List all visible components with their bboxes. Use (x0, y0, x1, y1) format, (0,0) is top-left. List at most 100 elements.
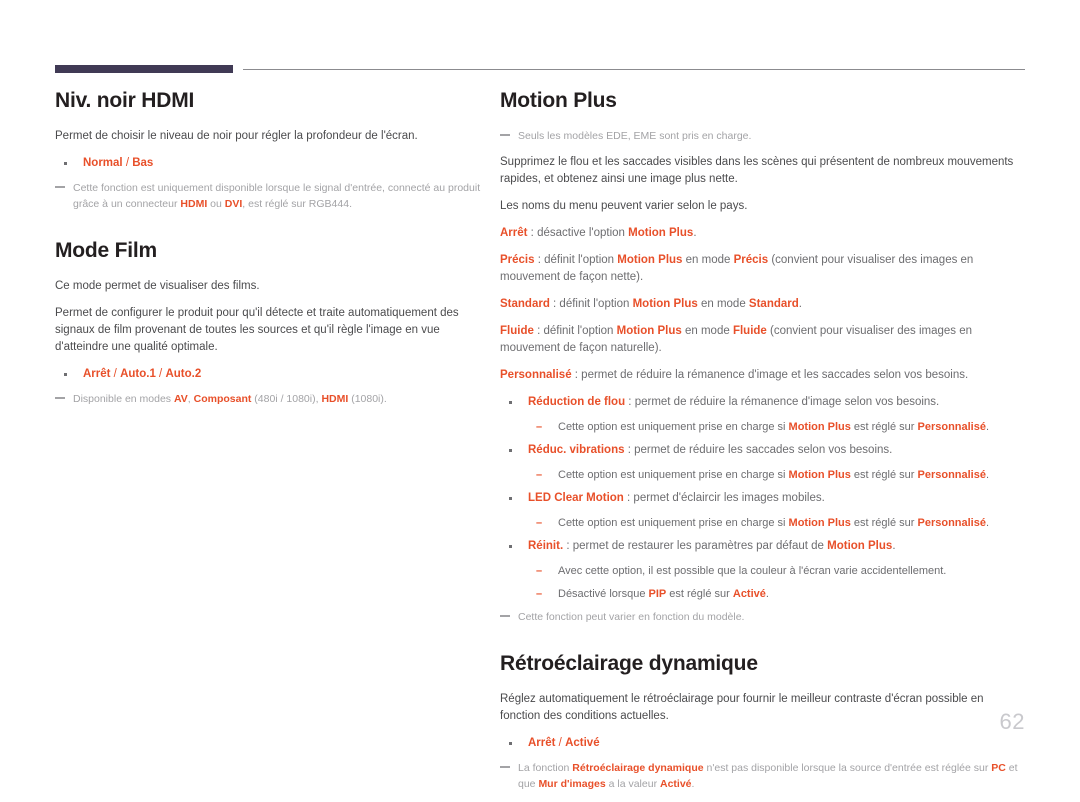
sub-item-text: : permet d'éclaircir les images mobiles. (623, 492, 825, 504)
sub-note-part: Cette option est uniquement prise en cha… (558, 517, 789, 529)
term-personnalise: Personnalisé (917, 469, 986, 481)
option-separator: / (110, 368, 121, 380)
sub-note-reduction-de-flou: Cette option est uniquement prise en cha… (500, 419, 1025, 435)
sub-note-reinit-couleur: Avec cette option, il est possible que l… (500, 563, 1025, 579)
term-motion-plus: Motion Plus (632, 298, 698, 310)
sub-item-reduction-de-flou: Réduction de flou : permet de réduire la… (500, 394, 1025, 411)
sub-note-part: . (765, 588, 769, 600)
term-motion-plus: Motion Plus (827, 540, 893, 552)
page-title-motion-plus: Motion Plus (500, 89, 617, 112)
term-motion-plus: Motion Plus (628, 227, 694, 239)
note-modes-disponibles: Disponible en modes AV, Composant (480i … (55, 391, 485, 407)
option-label-arret: Arrêt (500, 227, 528, 239)
sub-note-reinit-pip: Désactivé lorsque PIP est réglé sur Acti… (500, 586, 1025, 602)
sub-item-label: LED Clear Motion (528, 492, 624, 504)
option-text-part: : permet de réduire la rémanence d'image… (571, 369, 969, 381)
sub-note-reduc-vibrations: Cette option est uniquement prise en cha… (500, 467, 1025, 483)
option-value-auto2: Auto.2 (165, 368, 202, 380)
option-value-normal: Normal (83, 157, 123, 169)
sub-item-text: : permet de réduire la rémanence d'image… (625, 396, 940, 408)
note-text-part: , est réglé sur RGB444. (242, 198, 352, 210)
term-pip: PIP (648, 588, 667, 600)
note-models-supported: Seuls les modèles EDE, EME sont pris en … (500, 128, 1025, 144)
term-composant: Composant (193, 393, 252, 405)
sub-note-part: Cette option est uniquement prise en cha… (558, 469, 789, 481)
sub-item-label: Réduc. vibrations (528, 444, 625, 456)
term-fluide: Fluide (732, 325, 767, 337)
option-label-standard: Standard (500, 298, 550, 310)
option-separator: / (122, 157, 133, 169)
option-label-fluide: Fluide (500, 325, 534, 337)
intro-text: Permet de choisir le niveau de noir pour… (55, 130, 418, 142)
section-retroeclairage-dynamique: Rétroéclairage dynamique Réglez automati… (500, 651, 1025, 792)
left-column: Niv. noir HDMI Permet de choisir le nive… (0, 88, 500, 802)
term-av: AV (173, 393, 188, 405)
term-active: Activé (732, 588, 766, 600)
term-mur-dimages: Mur d'images (538, 778, 606, 790)
note-fonction-varie-modele: Cette fonction peut varier en fonction d… (500, 609, 1025, 625)
option-label-personnalise: Personnalisé (500, 369, 572, 381)
note-text-part: Disponible en modes (73, 393, 174, 405)
section-motion-plus: Motion Plus Seuls les modèles EDE, EME s… (500, 88, 1025, 625)
option-line-precis: Précis : définit l'option Motion Plus en… (500, 252, 1025, 286)
sub-note-part: . (985, 469, 990, 481)
term-personnalise: Personnalisé (917, 421, 986, 433)
note-text-part: . (691, 778, 695, 790)
option-value-arret: Arrêt (528, 737, 556, 749)
term-motion-plus: Motion Plus (788, 421, 851, 433)
term-pc: PC (991, 762, 1006, 774)
sub-note-part: Cette option est uniquement prise en cha… (558, 421, 789, 433)
header-rule-group (55, 65, 1025, 77)
page-number: 62 (999, 709, 1025, 734)
option-line-arret: Arrêt : désactive l'option Motion Plus. (500, 225, 1025, 242)
sub-item-label: Réduction de flou (528, 396, 626, 408)
term-motion-plus: Motion Plus (616, 325, 682, 337)
option-separator: / (555, 737, 566, 749)
term-precis: Précis (733, 254, 769, 266)
sub-item-text: : permet de restaurer les paramètres par… (563, 540, 828, 552)
term-dvi: DVI (224, 198, 243, 210)
option-text-part: en mode (681, 325, 733, 337)
option-bullet-retroeclairage: Arrêt / Activé (500, 735, 1025, 752)
option-text-part: : définit l'option (549, 298, 633, 310)
intro-text-1: Ce mode permet de visualiser des films. (55, 280, 260, 292)
section-niv-noir-hdmi: Niv. noir HDMI Permet de choisir le nive… (55, 88, 485, 212)
option-text-part: : désactive l'option (527, 227, 629, 239)
sub-note-part: est réglé sur (850, 421, 918, 433)
sub-item-label: Réinit. (528, 540, 564, 552)
intro-text: Réglez automatiquement le rétroéclairage… (500, 693, 984, 722)
option-bullet-niv-noir: Normal / Bas (55, 155, 485, 172)
manual-page: Niv. noir HDMI Permet de choisir le nive… (0, 0, 1080, 790)
option-line-fluide: Fluide : définit l'option Motion Plus en… (500, 323, 1025, 357)
option-label-precis: Précis (500, 254, 535, 266)
term-motion-plus: Motion Plus (788, 469, 851, 481)
intro-text-1: Supprimez le flou et les saccades visibl… (500, 156, 1014, 185)
option-line-personnalise: Personnalisé : permet de réduire la réma… (500, 367, 1025, 384)
sub-item-reinit: Réinit. : permet de restaurer les paramè… (500, 538, 1025, 555)
sub-item-led-clear-motion: LED Clear Motion : permet d'éclaircir le… (500, 490, 1025, 507)
note-text-part: La fonction (518, 762, 573, 774)
sub-note-led-clear-motion: Cette option est uniquement prise en cha… (500, 515, 1025, 531)
page-title-niv-noir-hdmi: Niv. noir HDMI (55, 89, 195, 112)
note-hdmi-rgb444: Cette fonction est uniquement disponible… (55, 180, 485, 212)
term-motion-plus: Motion Plus (617, 254, 683, 266)
intro-text-2: Permet de configurer le produit pour qu'… (55, 307, 459, 353)
note-text-part: (1080i). (348, 393, 387, 405)
option-value-auto1: Auto.1 (120, 368, 156, 380)
intro-text-2: Les noms du menu peuvent varier selon le… (500, 200, 748, 212)
content-columns: Niv. noir HDMI Permet de choisir le nive… (0, 88, 1080, 802)
sub-note-part: est réglé sur (666, 588, 733, 600)
page-title-retroeclairage-dynamique: Rétroéclairage dynamique (500, 652, 758, 675)
option-separator: / (155, 368, 166, 380)
note-text-part: ou (207, 198, 225, 210)
term-standard: Standard (748, 298, 799, 310)
option-value-active: Activé (565, 737, 600, 749)
note-text-part: (480i / 1080i), (251, 393, 322, 405)
sub-item-reduc-vibrations: Réduc. vibrations : permet de réduire le… (500, 442, 1025, 459)
sub-note-part: Désactivé lorsque (558, 588, 649, 600)
term-hdmi: HDMI (180, 198, 208, 210)
option-text-part: : définit l'option (533, 325, 617, 337)
header-rule-thin (243, 69, 1025, 70)
sub-note-part: est réglé sur (850, 469, 918, 481)
option-text-part: en mode (682, 254, 734, 266)
